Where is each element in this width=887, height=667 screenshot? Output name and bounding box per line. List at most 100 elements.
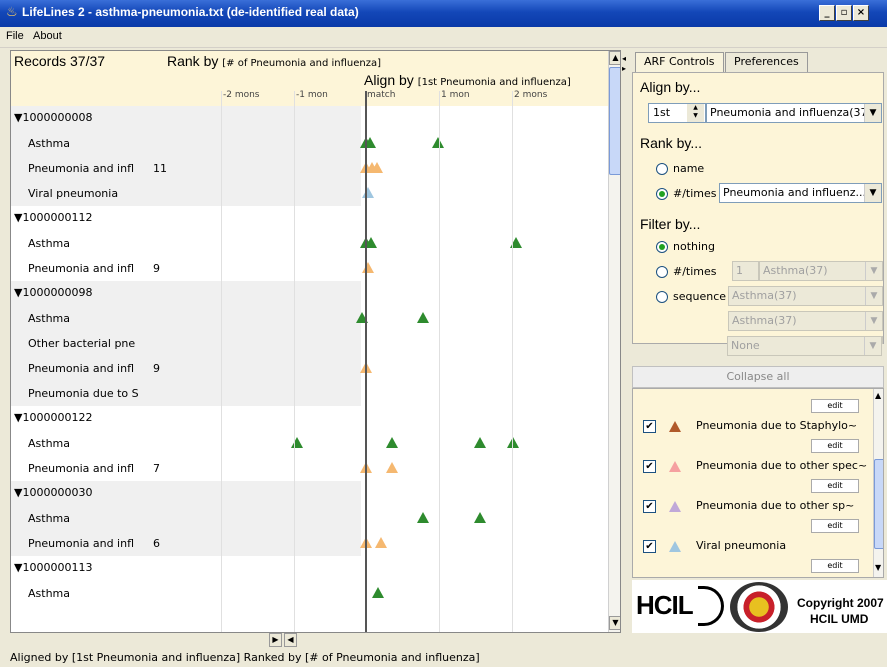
title-bar: ♨ LifeLines 2 - asthma-pneumonia.txt (de… (0, 0, 887, 27)
filter-seq-select-1[interactable]: Asthma(37) ▼ (728, 286, 883, 306)
record-id[interactable]: ▼1000000098 (14, 286, 92, 299)
rank-event-select[interactable]: Pneumonia and influenz... ▼ (719, 183, 882, 203)
event-marker[interactable] (474, 512, 486, 523)
horizontal-scroll-buttons: ▶ ◀ (269, 633, 299, 647)
legend-scrollbar[interactable]: ▲ ▼ (873, 389, 883, 577)
expand-arrow-icon[interactable]: ▸ (622, 64, 626, 73)
record-group: ▼1000000112 Asthma Pneumonia and infl 9 (11, 206, 608, 281)
filter-times-select[interactable]: Asthma(37) ▼ (759, 261, 883, 281)
control-panel: ARF Controls Preferences Align by... 1st… (629, 50, 887, 633)
legend-label: Pneumonia due to other spec~ (696, 459, 868, 472)
scroll-up-icon[interactable]: ▲ (609, 51, 620, 65)
chevron-down-icon[interactable]: ▼ (864, 184, 881, 202)
filter-sequence-radio[interactable] (656, 291, 668, 303)
scroll-left-icon[interactable]: ◀ (284, 633, 297, 647)
filter-times-spinner[interactable]: 1 (732, 261, 759, 281)
align-ordinal-spinner[interactable]: 1st ▲ ▼ (648, 103, 706, 123)
legend-checkbox[interactable]: ✔ (643, 540, 656, 553)
scroll-right-icon[interactable]: ▶ (269, 633, 282, 647)
collapse-arrow-icon[interactable]: ◂ (622, 54, 626, 63)
maximize-button[interactable]: ▫ (836, 5, 852, 21)
record-id[interactable]: ▼1000000030 (14, 486, 92, 499)
align-by-label: Align by [1st Pneumonia and influenza] (364, 72, 571, 88)
chevron-down-icon[interactable]: ▼ (865, 287, 882, 305)
align-by-value: [1st Pneumonia and influenza] (417, 77, 571, 88)
align-event-select[interactable]: Pneumonia and influenza(37) ▼ (706, 103, 882, 123)
event-marker[interactable] (375, 537, 387, 548)
event-marker[interactable] (361, 187, 374, 198)
tick-label: -2 mons (223, 90, 260, 100)
edit-button[interactable]: edit (811, 399, 859, 413)
event-marker[interactable] (291, 437, 303, 448)
rank-times-radio[interactable] (656, 188, 668, 200)
split-divider[interactable]: ◂ ▸ (621, 50, 629, 633)
event-row-label: Pneumonia and infl (28, 162, 135, 175)
tab-preferences[interactable]: Preferences (725, 52, 808, 72)
tab-arf-controls[interactable]: ARF Controls (635, 52, 724, 72)
align-by-title: Align by (364, 72, 414, 88)
edit-button[interactable]: edit (811, 519, 859, 533)
event-marker[interactable] (474, 437, 486, 448)
legend-label: Pneumonia due to other sp~ (696, 499, 855, 512)
timeline-header: Records 37/37 Rank by [# of Pneumonia an… (11, 51, 608, 106)
legend-label: Pneumonia due to Staphylo~ (696, 419, 858, 432)
event-marker[interactable] (361, 262, 374, 273)
scroll-up-icon[interactable]: ▲ (875, 391, 881, 400)
record-id[interactable]: ▼1000000008 (14, 111, 92, 124)
event-marker[interactable] (370, 162, 383, 173)
rank-name-label: name (673, 162, 705, 175)
legend-scroll-thumb[interactable] (874, 459, 883, 549)
event-marker[interactable] (372, 587, 384, 598)
legend-checkbox[interactable]: ✔ (643, 500, 656, 513)
chevron-down-icon[interactable]: ▼ (865, 262, 882, 280)
java-icon: ♨ (6, 5, 18, 20)
filter-nothing-label: nothing (673, 240, 715, 253)
event-row-label: Pneumonia and infl (28, 537, 135, 550)
event-row-label: Asthma (28, 512, 70, 525)
gridline (221, 91, 222, 632)
triangle-icon (669, 541, 681, 552)
chevron-down-icon[interactable]: ▼ (865, 312, 882, 330)
scroll-down-icon[interactable]: ▼ (875, 563, 881, 572)
event-count: 6 (153, 537, 160, 550)
event-marker[interactable] (417, 512, 429, 523)
filter-seq-select-3-box[interactable]: None ▼ (727, 336, 882, 356)
menu-about[interactable]: About (33, 30, 62, 42)
copyright-text: Copyright 2007 (797, 596, 884, 610)
edit-button[interactable]: edit (811, 439, 859, 453)
spinner-arrows-icon[interactable]: ▲ ▼ (687, 104, 704, 122)
edit-button[interactable]: edit (811, 479, 859, 493)
filter-by-section-title: Filter by... (640, 216, 701, 232)
record-id[interactable]: ▼1000000122 (14, 411, 92, 424)
rank-name-radio[interactable] (656, 163, 668, 175)
event-marker[interactable] (432, 137, 444, 148)
legend-checkbox[interactable]: ✔ (643, 460, 656, 473)
event-row-label: Asthma (28, 237, 70, 250)
scroll-down-icon[interactable]: ▼ (609, 616, 620, 630)
collapse-all-button[interactable]: Collapse all (632, 366, 884, 388)
filter-seq-select-2[interactable]: Asthma(37) ▼ (728, 311, 883, 331)
legend-checkbox[interactable]: ✔ (643, 420, 656, 433)
filter-nothing-radio[interactable] (656, 241, 668, 253)
chevron-down-icon[interactable]: ▼ (864, 104, 881, 122)
filter-seq-3-value: None (731, 339, 760, 352)
record-id[interactable]: ▼1000000112 (14, 211, 92, 224)
event-marker[interactable] (385, 437, 398, 448)
minimize-button[interactable]: _ (819, 5, 835, 21)
record-id[interactable]: ▼1000000113 (14, 561, 92, 574)
filter-times-radio[interactable] (656, 266, 668, 278)
chevron-down-icon[interactable]: ▼ (864, 337, 881, 355)
menu-file[interactable]: File (6, 30, 24, 42)
umd-seal-icon (730, 582, 788, 632)
close-button[interactable]: × (853, 5, 869, 21)
vertical-scrollbar[interactable]: ▲ ▼ (608, 51, 620, 632)
align-ordinal-value: 1st (653, 106, 671, 119)
event-marker[interactable] (417, 312, 429, 323)
event-count: 9 (153, 362, 160, 375)
event-legend: edit ✔ Pneumonia due to Staphylo~ edit ✔… (632, 388, 884, 578)
event-marker[interactable] (385, 462, 398, 473)
event-marker[interactable] (507, 437, 519, 448)
event-row-label: Asthma (28, 312, 70, 325)
edit-button[interactable]: edit (811, 559, 859, 573)
scroll-thumb[interactable] (609, 67, 620, 175)
